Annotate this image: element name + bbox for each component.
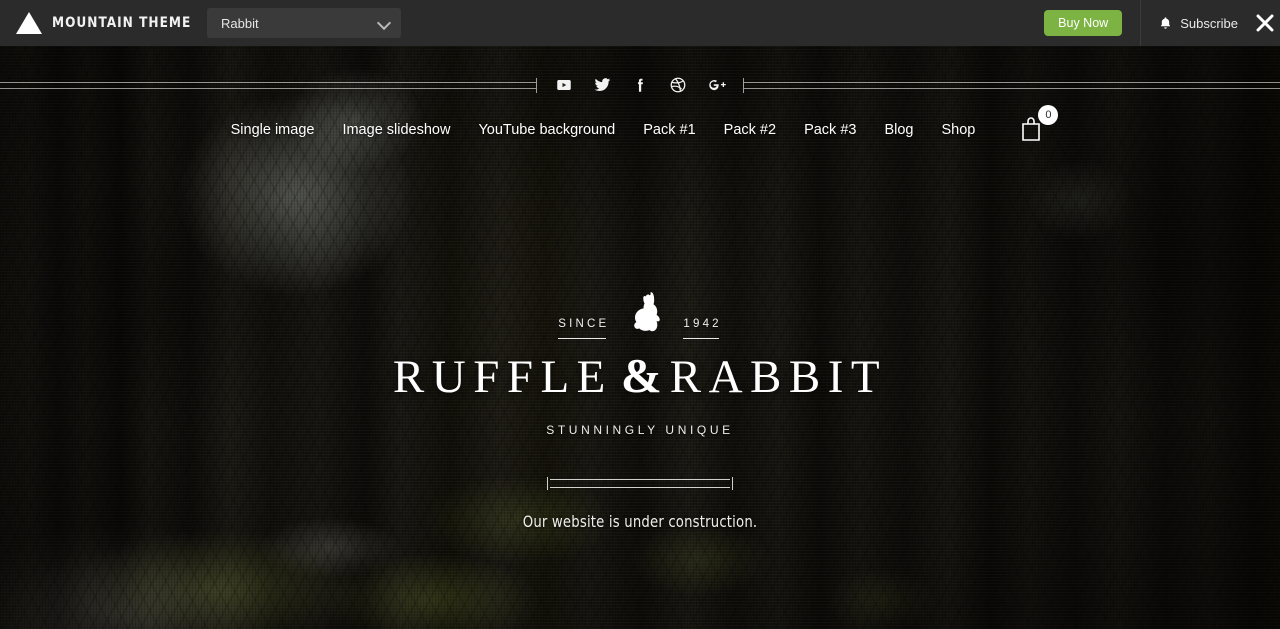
cart-count-badge: 0: [1038, 105, 1059, 125]
social-strip: [0, 72, 1280, 98]
brand-wordmark: RUFFLE & RABBIT: [0, 351, 1280, 401]
theme-preview-topbar: MOUNTAIN THEME Rabbit Buy Now Subscribe: [0, 0, 1280, 46]
divider-cap-right: [732, 477, 733, 490]
nav-item-blog[interactable]: Blog: [884, 122, 913, 138]
theme-select[interactable]: Rabbit: [207, 8, 401, 38]
nav-item-shop[interactable]: Shop: [942, 122, 976, 138]
bell-icon: [1159, 16, 1172, 31]
since-year: 1942: [683, 318, 721, 339]
nav-item-pack-3[interactable]: Pack #3: [804, 122, 856, 138]
googleplus-icon[interactable]: [707, 76, 726, 94]
buy-now-button[interactable]: Buy Now: [1044, 9, 1123, 37]
since-label: SINCE: [558, 318, 609, 339]
facebook-icon[interactable]: [631, 76, 649, 94]
cart-button[interactable]: 0: [1019, 105, 1059, 147]
social-rule-left: [0, 81, 536, 89]
wordmark-ampersand: &: [620, 348, 662, 403]
rabbit-icon: [625, 290, 667, 334]
main-navigation: Single image Image slideshow YouTube bac…: [0, 105, 1280, 148]
social-icons: [537, 76, 743, 94]
subscribe-button[interactable]: Subscribe: [1141, 16, 1254, 31]
close-icon: [1254, 12, 1276, 34]
theme-select-value: Rabbit: [221, 15, 259, 31]
divider-cap-left: [547, 477, 548, 490]
nav-item-single-image[interactable]: Single image: [231, 122, 315, 138]
wordmark-first: RUFFLE: [392, 351, 613, 403]
nav-item-pack-1[interactable]: Pack #1: [643, 122, 695, 138]
nav-item-image-slideshow[interactable]: Image slideshow: [342, 122, 450, 138]
brand-name-label: MOUNTAIN THEME: [52, 15, 192, 31]
chevron-down-icon: [378, 17, 391, 30]
youtube-icon[interactable]: [555, 76, 573, 94]
mountain-triangle-icon: [16, 12, 42, 34]
brand-tagline: STUNNINGLY UNIQUE: [546, 423, 734, 437]
hero-divider-wrap: [0, 477, 1280, 490]
under-construction-text: Our website is under construction.: [522, 512, 758, 531]
nav-item-pack-2[interactable]: Pack #2: [724, 122, 776, 138]
nav-item-youtube-background[interactable]: YouTube background: [478, 122, 615, 138]
close-button[interactable]: [1254, 12, 1280, 34]
brand-block: MOUNTAIN THEME: [0, 0, 202, 46]
twitter-icon[interactable]: [593, 76, 611, 94]
subscribe-label: Subscribe: [1180, 15, 1238, 31]
wordmark-second: RABBIT: [669, 351, 888, 403]
since-row: SINCE 1942: [0, 290, 1280, 339]
topbar-right-group: Buy Now Subscribe: [1044, 0, 1280, 46]
dribbble-icon[interactable]: [669, 76, 687, 94]
social-rule-right: [744, 81, 1280, 89]
hero-logo-block: SINCE 1942 RUFFLE & RABBIT STUNNINGLY UNIQ…: [0, 290, 1280, 531]
hero-divider: [547, 477, 733, 490]
